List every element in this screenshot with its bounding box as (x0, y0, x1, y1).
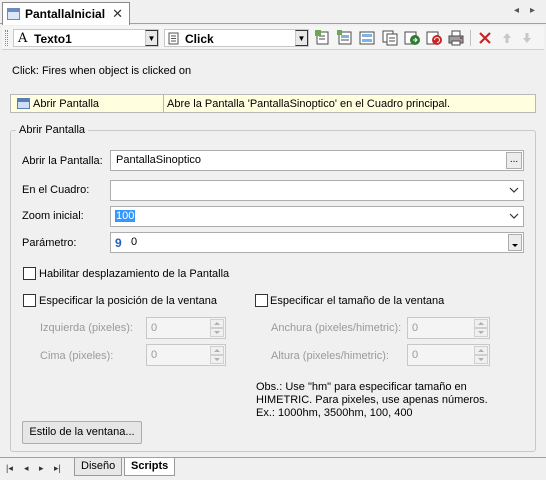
position-checkbox[interactable] (23, 294, 36, 307)
left-spinner[interactable]: 0 (146, 317, 226, 339)
height-spinner[interactable]: 0 (407, 344, 490, 366)
screen-field-value: PantallaSinoptico (116, 154, 202, 166)
parameter-dropdown-button[interactable] (508, 234, 522, 251)
parameter-field[interactable]: 9 0 (110, 232, 524, 253)
spinner-up-icon[interactable] (210, 319, 224, 328)
screen-field[interactable]: PantallaSinoptico ... (110, 150, 524, 171)
height-label: Altura (pixeles/himetric): (271, 350, 389, 362)
action-description: Abre la Pantalla 'PantallaSinoptico' en … (167, 98, 451, 110)
spinner-down-icon[interactable] (210, 328, 224, 337)
window-icon (7, 8, 20, 20)
spinner-down-icon[interactable] (210, 355, 224, 364)
last-tab-icon[interactable]: ▸| (54, 463, 61, 474)
object-selector-value: Texto1 (34, 32, 72, 46)
zoom-select-value: 100 (115, 210, 136, 222)
script-event-icon (168, 32, 180, 45)
export-action-icon[interactable] (403, 29, 421, 47)
spinner-down-icon[interactable] (474, 328, 488, 337)
browse-button[interactable]: ... (506, 152, 522, 169)
screen-label: Abrir la Pantalla: (22, 155, 103, 167)
insert-action-icon[interactable] (336, 29, 354, 47)
scroll-tabs-left-icon[interactable]: ◂ (514, 5, 519, 16)
size-note-line: Obs.: Use "hm" para especificar tamaño e… (256, 381, 467, 393)
parameter-label: Parámetro: (22, 237, 77, 249)
previous-tab-icon[interactable]: ◂ (24, 463, 29, 474)
edit-action-icon[interactable] (358, 29, 376, 47)
width-label: Anchura (pixeles/himetric): (271, 322, 402, 334)
refresh-action-icon[interactable] (425, 29, 443, 47)
scroll-tabs-right-icon[interactable]: ▸ (530, 5, 535, 16)
left-value: 0 (151, 322, 158, 334)
height-value: 0 (412, 349, 419, 361)
close-tab-button[interactable]: ✕ (112, 6, 123, 22)
action-name: Abrir Pantalla (33, 98, 100, 110)
open-screen-action-icon (17, 98, 30, 109)
chevron-down-icon[interactable]: ▼ (145, 30, 158, 46)
event-selector[interactable]: Click ▼ (164, 29, 309, 47)
scroll-checkbox[interactable] (23, 267, 36, 280)
toolbar-grip[interactable] (5, 30, 8, 46)
group-title: Abrir Pantalla (16, 124, 89, 136)
chevron-down-icon[interactable] (509, 185, 519, 195)
text-object-icon: A (18, 31, 28, 46)
size-note-line: HIMETRIC. Para pixeles, use apenas númer… (256, 394, 488, 406)
document-tab-title: PantallaInicial (25, 7, 106, 21)
top-label: Cima (pixeles): (40, 350, 114, 362)
chevron-down-icon[interactable]: ▼ (295, 30, 308, 46)
tab-design[interactable]: Diseño (74, 458, 123, 476)
spinner-up-icon[interactable] (474, 319, 488, 328)
size-note: Obs.: Use "hm" para especificar tamaño e… (256, 381, 496, 420)
zoom-label: Zoom inicial: (22, 210, 84, 222)
first-tab-icon[interactable]: |◂ (6, 463, 13, 474)
column-divider (163, 95, 164, 112)
toolbar-separator (470, 30, 471, 46)
spinner-up-icon[interactable] (210, 346, 224, 355)
action-list-row[interactable]: Abrir Pantalla Abre la Pantalla 'Pantall… (10, 94, 536, 113)
frame-select[interactable] (110, 180, 524, 201)
width-value: 0 (412, 322, 419, 334)
tab-scripts[interactable]: Scripts (124, 458, 176, 476)
document-tab[interactable]: PantallaInicial ✕ (2, 2, 130, 25)
size-note-line: Ex.: 1000hm, 3500hm, 100, 400 (256, 407, 413, 419)
copy-action-icon[interactable] (381, 29, 399, 47)
position-checkbox-label[interactable]: Especificar la posición de la ventana (39, 295, 217, 307)
width-spinner[interactable]: 0 (407, 317, 490, 339)
object-selector[interactable]: A Texto1 ▼ (13, 29, 159, 47)
top-spinner[interactable]: 0 (146, 344, 226, 366)
event-description: Click: Fires when object is clicked on (12, 65, 192, 77)
move-down-icon[interactable] (518, 29, 536, 47)
next-tab-icon[interactable]: ▸ (39, 463, 44, 474)
numeric-type-icon: 9 (115, 236, 122, 250)
parameter-value: 0 (131, 236, 138, 248)
spinner-up-icon[interactable] (474, 346, 488, 355)
scroll-checkbox-label[interactable]: Habilitar desplazamiento de la Pantalla (39, 268, 229, 280)
add-action-icon[interactable] (314, 29, 332, 47)
print-action-icon[interactable] (447, 29, 465, 47)
event-selector-value: Click (185, 32, 214, 46)
zoom-select[interactable]: 100 (110, 206, 524, 227)
window-style-button[interactable]: Estilo de la ventana... (22, 421, 142, 444)
spinner-down-icon[interactable] (474, 355, 488, 364)
top-value: 0 (151, 349, 158, 361)
move-up-icon[interactable] (498, 29, 516, 47)
chevron-down-icon[interactable] (509, 211, 519, 221)
frame-label: En el Cuadro: (22, 184, 90, 196)
size-checkbox-label[interactable]: Especificar el tamaño de la ventana (270, 295, 444, 307)
delete-icon[interactable] (476, 29, 494, 47)
size-checkbox[interactable] (255, 294, 268, 307)
left-label: Izquierda (pixeles): (40, 322, 133, 334)
